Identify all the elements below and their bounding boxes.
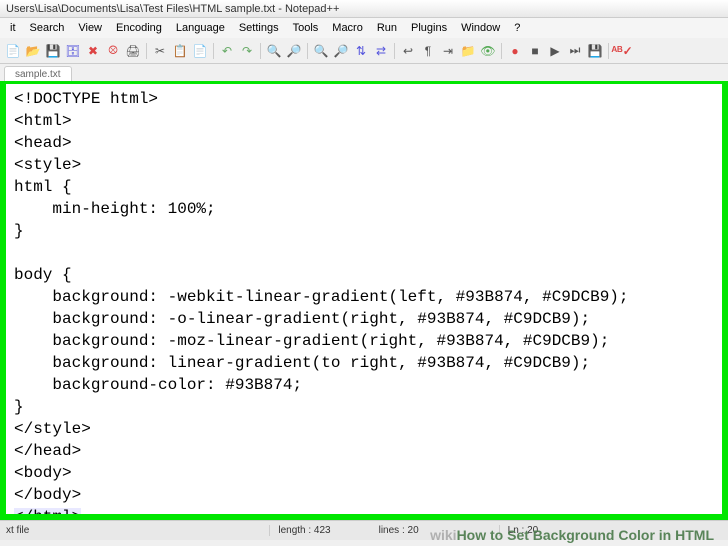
- playmulti-icon[interactable]: ⏭: [566, 42, 584, 60]
- status-length: length : 423: [269, 525, 338, 536]
- monitor-icon[interactable]: 👁: [479, 42, 497, 60]
- indent-icon[interactable]: ⇥: [439, 42, 457, 60]
- separator-icon: [608, 43, 609, 59]
- menu-plugins[interactable]: Plugins: [405, 20, 453, 36]
- separator-icon: [260, 43, 261, 59]
- separator-icon: [146, 43, 147, 59]
- savemacro-icon[interactable]: 💾: [586, 42, 604, 60]
- menu-macro[interactable]: Macro: [326, 20, 369, 36]
- watermark-prefix: wiki: [430, 527, 456, 543]
- tab-bar: sample.txt: [0, 64, 728, 84]
- save-icon[interactable]: 💾: [44, 42, 62, 60]
- save-all-icon[interactable]: 🗄: [64, 42, 82, 60]
- allchars-icon[interactable]: ¶: [419, 42, 437, 60]
- menu-edit[interactable]: it: [4, 20, 22, 36]
- close-all-icon[interactable]: ⮾: [104, 42, 122, 60]
- menu-search[interactable]: Search: [24, 20, 71, 36]
- redo-icon[interactable]: ↷: [238, 42, 256, 60]
- paste-icon[interactable]: 📄: [191, 42, 209, 60]
- window-title: Users\Lisa\Documents\Lisa\Test Files\HTM…: [6, 3, 339, 15]
- watermark-text: How to Set Background Color in HTML: [457, 527, 714, 543]
- toolbar: 📄 📂 💾 🗄 ✖ ⮾ 🖨 ✂ 📋 📄 ↶ ↷ 🔍 🔎 🔍 🔎 ⇅ ⇄ ↩ ¶ …: [0, 38, 728, 64]
- sync-h-icon[interactable]: ⇄: [372, 42, 390, 60]
- menu-view[interactable]: View: [72, 20, 108, 36]
- replace-icon[interactable]: 🔎: [285, 42, 303, 60]
- record-icon[interactable]: ●: [506, 42, 524, 60]
- copy-icon[interactable]: 📋: [171, 42, 189, 60]
- watermark: wikiHow to Set Background Color in HTML: [430, 527, 714, 543]
- status-filetype: xt file: [6, 525, 29, 536]
- zoom-in-icon[interactable]: 🔍: [312, 42, 330, 60]
- menu-bar: it Search View Encoding Language Setting…: [0, 18, 728, 38]
- print-icon[interactable]: 🖨: [124, 42, 142, 60]
- close-icon[interactable]: ✖: [84, 42, 102, 60]
- new-icon[interactable]: 📄: [4, 42, 22, 60]
- play-icon[interactable]: ▶: [546, 42, 564, 60]
- sync-v-icon[interactable]: ⇅: [352, 42, 370, 60]
- folder-icon[interactable]: 📁: [459, 42, 477, 60]
- menu-window[interactable]: Window: [455, 20, 506, 36]
- menu-language[interactable]: Language: [170, 20, 231, 36]
- menu-help[interactable]: ?: [508, 20, 526, 36]
- spellcheck-icon[interactable]: ᴬᴮ✓: [613, 42, 631, 60]
- find-icon[interactable]: 🔍: [265, 42, 283, 60]
- separator-icon: [213, 43, 214, 59]
- zoom-out-icon[interactable]: 🔎: [332, 42, 350, 60]
- cut-icon[interactable]: ✂: [151, 42, 169, 60]
- editor-frame: <!DOCTYPE html> <html> <head> <style> ht…: [0, 84, 728, 520]
- tab-file[interactable]: sample.txt: [4, 66, 72, 81]
- open-icon[interactable]: 📂: [24, 42, 42, 60]
- code-editor[interactable]: <!DOCTYPE html> <html> <head> <style> ht…: [6, 84, 722, 520]
- menu-tools[interactable]: Tools: [287, 20, 325, 36]
- wordwrap-icon[interactable]: ↩: [399, 42, 417, 60]
- undo-icon[interactable]: ↶: [218, 42, 236, 60]
- menu-encoding[interactable]: Encoding: [110, 20, 168, 36]
- menu-run[interactable]: Run: [371, 20, 403, 36]
- stop-icon[interactable]: ■: [526, 42, 544, 60]
- menu-settings[interactable]: Settings: [233, 20, 285, 36]
- separator-icon: [501, 43, 502, 59]
- separator-icon: [394, 43, 395, 59]
- title-bar: Users\Lisa\Documents\Lisa\Test Files\HTM…: [0, 0, 728, 18]
- separator-icon: [307, 43, 308, 59]
- status-lines: lines : 20: [379, 525, 419, 536]
